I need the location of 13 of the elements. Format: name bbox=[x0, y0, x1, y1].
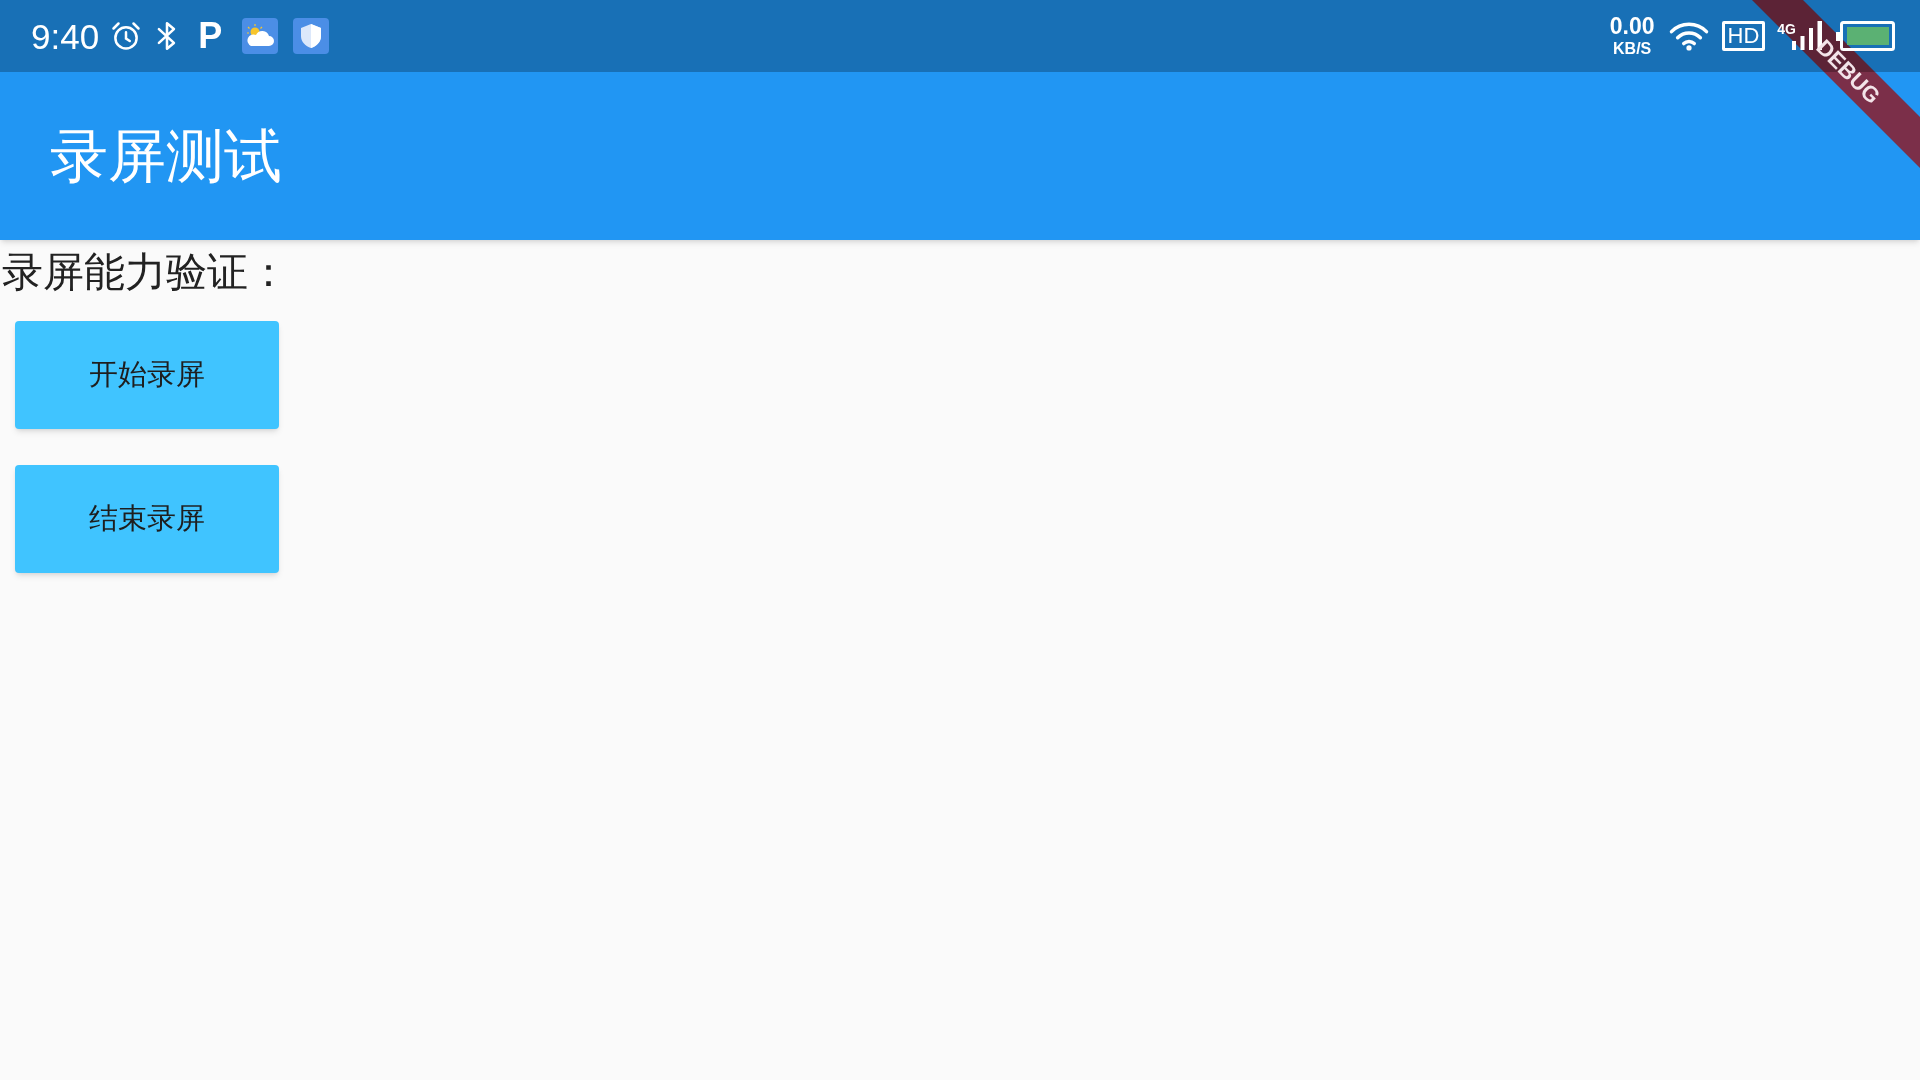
network-speed-unit: KB/S bbox=[1613, 41, 1652, 57]
hd-badge: HD bbox=[1721, 21, 1766, 51]
shield-icon bbox=[293, 18, 330, 54]
section-heading: 录屏能力验证： bbox=[1, 248, 289, 297]
status-time: 9:40 bbox=[31, 18, 100, 54]
network-speed: 0.00 bbox=[1609, 15, 1655, 38]
action-button[interactable]: 开始录屏 bbox=[15, 321, 279, 430]
notification-letter: P bbox=[198, 18, 223, 54]
wifi-icon bbox=[1667, 21, 1710, 51]
action-button[interactable]: 结束录屏 bbox=[15, 465, 279, 574]
app-bar-title: 录屏测试 bbox=[50, 127, 282, 185]
alarm-clock-icon bbox=[111, 21, 142, 51]
weather-cloud-icon bbox=[242, 18, 279, 54]
